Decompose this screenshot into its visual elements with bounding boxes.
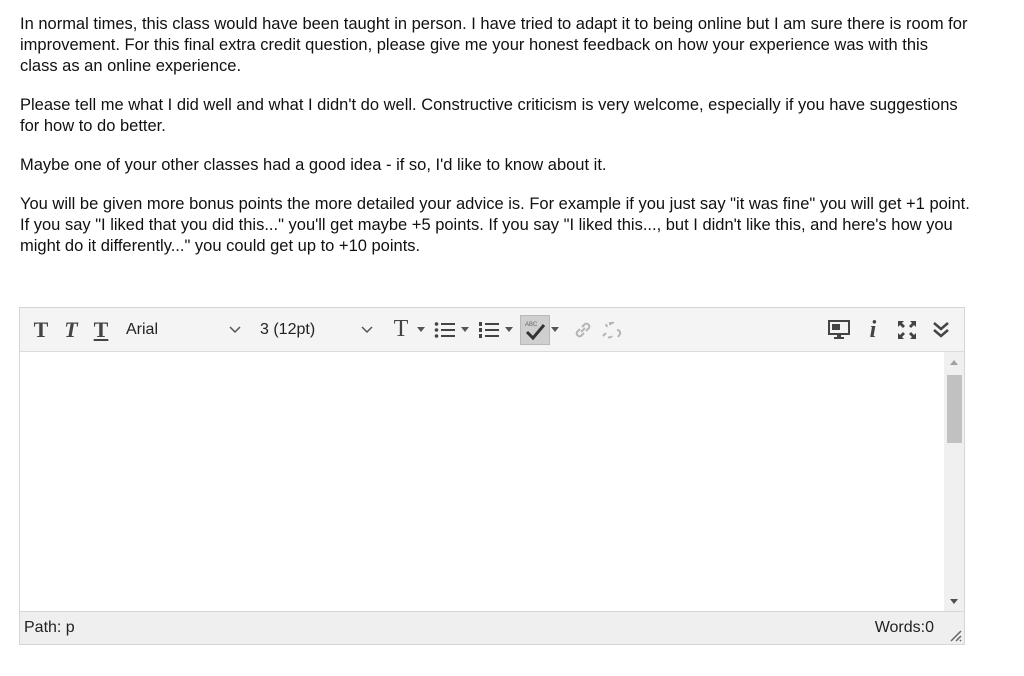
italic-button[interactable]: T: [56, 315, 86, 345]
spellcheck-dropdown[interactable]: [550, 315, 560, 345]
underline-button[interactable]: T: [86, 315, 116, 345]
question-paragraph-1: In normal times, this class would have b…: [20, 15, 968, 75]
scrollbar-thumb[interactable]: [947, 375, 962, 443]
font-size-value: 3 (12pt): [260, 320, 316, 338]
rich-text-editor: T T T Arial 3 (12pt) T ABC i Path: p Wor…: [19, 307, 965, 645]
editor-status-bar: Path: p Words:0: [20, 611, 964, 644]
monitor-icon: [828, 320, 850, 339]
bold-icon: T: [33, 316, 49, 342]
text-color-icon: T: [393, 316, 409, 342]
path-indicator: Path: p: [24, 619, 75, 636]
preview-button[interactable]: [822, 315, 856, 345]
bullet-list-icon: [434, 321, 455, 338]
spellcheck-button[interactable]: ABC: [520, 314, 550, 345]
caret-down-icon: [551, 327, 559, 332]
editor-scrollbar[interactable]: [944, 352, 964, 612]
underline-icon: T: [93, 316, 109, 342]
unlink-icon: [602, 321, 622, 338]
font-family-select[interactable]: Arial: [120, 312, 248, 347]
bullet-list-dropdown[interactable]: [460, 315, 470, 345]
bullet-list-button[interactable]: [430, 315, 460, 345]
expand-icon: [898, 321, 916, 339]
numbered-list-button[interactable]: [474, 315, 504, 345]
question-text: In normal times, this class would have b…: [20, 14, 970, 275]
italic-icon: T: [64, 316, 78, 342]
font-size-select[interactable]: 3 (12pt): [254, 312, 380, 347]
caret-down-icon: [417, 327, 425, 332]
chevron-down-icon: [360, 323, 374, 337]
chevron-down-icon: [228, 323, 242, 337]
word-count: Words:0: [874, 619, 934, 636]
info-button[interactable]: i: [856, 315, 890, 345]
resize-handle-icon[interactable]: [948, 628, 962, 642]
spellcheck-icon: ABC: [525, 322, 546, 340]
spellcheck-label: ABC: [525, 322, 538, 328]
insert-link-button[interactable]: [568, 315, 598, 345]
question-paragraph-3: Maybe one of your other classes had a go…: [20, 156, 607, 174]
fullscreen-button[interactable]: [890, 315, 924, 345]
font-family-value: Arial: [126, 320, 159, 338]
question-paragraph-4: You will be given more bonus points the …: [20, 195, 970, 255]
info-icon: i: [869, 316, 877, 343]
numbered-list-icon: [479, 321, 499, 338]
question-paragraph-2: Please tell me what I did well and what …: [20, 96, 958, 135]
more-tools-button[interactable]: [924, 315, 958, 345]
text-color-button[interactable]: T: [386, 315, 416, 345]
link-icon: [575, 322, 591, 337]
scroll-up-icon[interactable]: [950, 360, 958, 365]
editor-text-area[interactable]: [20, 352, 945, 612]
toolbar-right-group: i: [822, 315, 958, 345]
caret-down-icon: [461, 327, 469, 332]
editor-toolbar: T T T Arial 3 (12pt) T ABC i: [20, 308, 964, 352]
bold-button[interactable]: T: [26, 315, 56, 345]
scroll-down-icon[interactable]: [950, 599, 958, 604]
caret-down-icon: [505, 327, 513, 332]
double-chevron-down-icon: [933, 322, 949, 338]
remove-link-button[interactable]: [598, 315, 628, 345]
numbered-list-dropdown[interactable]: [504, 315, 514, 345]
text-color-dropdown[interactable]: [416, 315, 426, 345]
